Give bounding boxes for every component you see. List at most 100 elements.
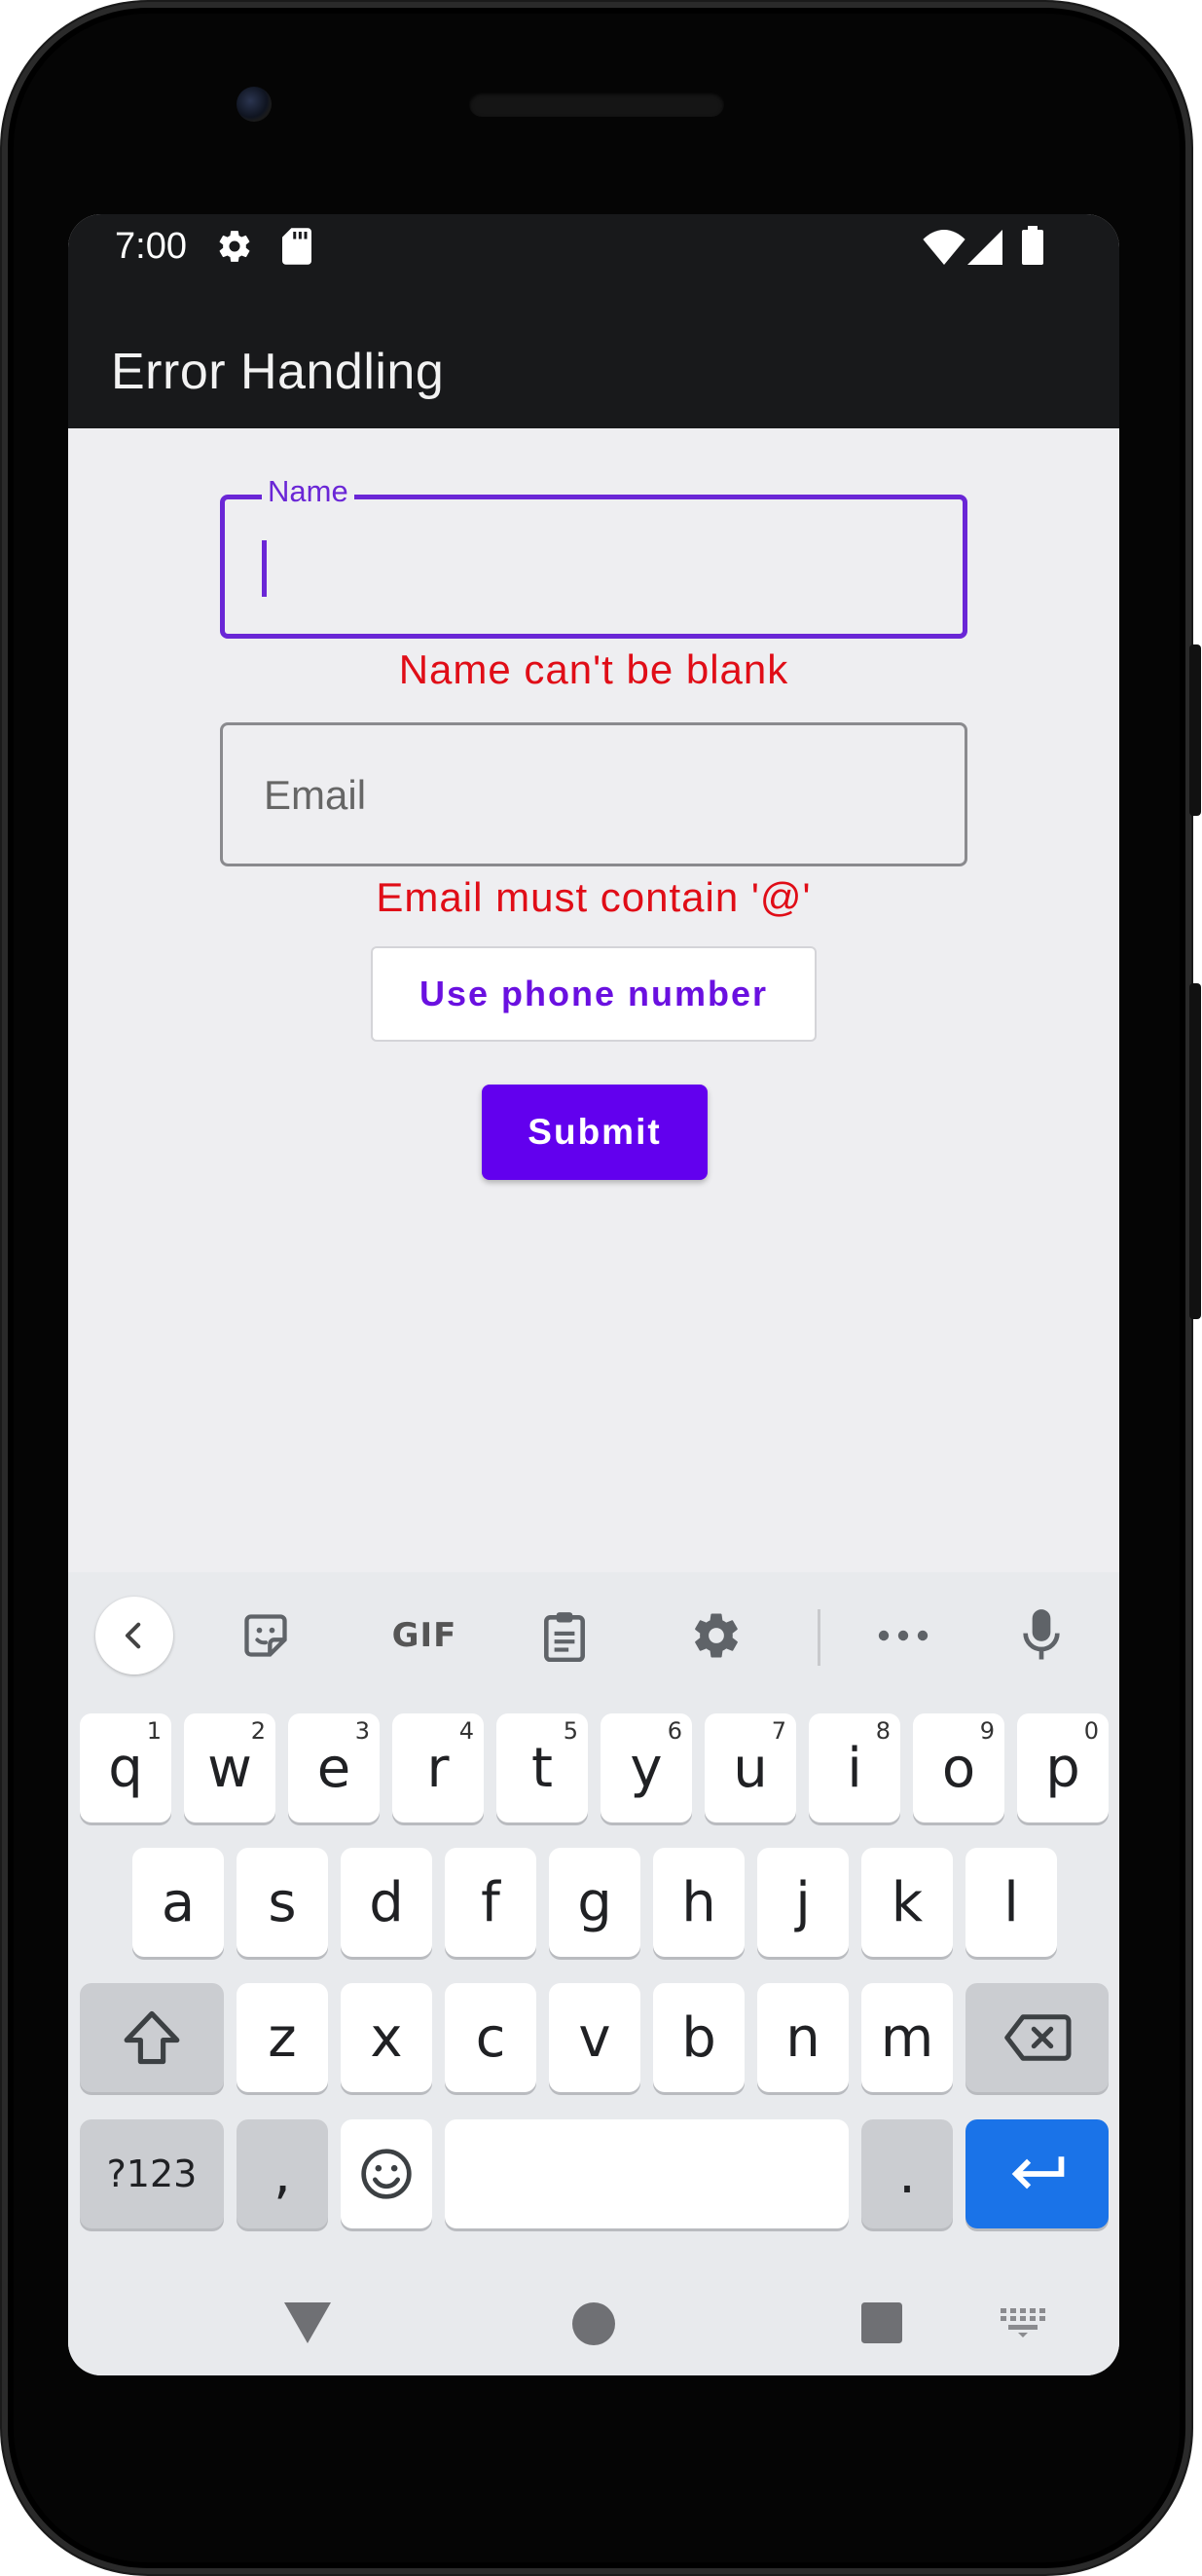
- soft-keyboard: GIF q 1 w 2 e 3 r 4 t 5 y 6 u 7 i 8 o 9 …: [68, 1572, 1119, 2375]
- key-g[interactable]: g: [549, 1848, 640, 1957]
- key-label: z: [268, 2006, 297, 2070]
- keyboard-toolbar: GIF: [68, 1572, 1119, 1699]
- key-w[interactable]: w2: [184, 1713, 275, 1822]
- key-label: m: [880, 2006, 934, 2070]
- email-field-placeholder: Email: [264, 772, 367, 818]
- key-t[interactable]: t5: [496, 1713, 588, 1822]
- key-p[interactable]: p0: [1017, 1713, 1109, 1822]
- key-f[interactable]: f: [445, 1848, 536, 1957]
- key-label: o: [941, 1736, 976, 1800]
- key-m[interactable]: m: [861, 1983, 953, 2092]
- key-label: f: [481, 1870, 500, 1934]
- key-a[interactable]: a: [132, 1848, 224, 1957]
- page-title: Error Handling: [111, 344, 445, 400]
- text-cursor: [262, 540, 267, 597]
- keyboard-settings-gear-icon[interactable]: [677, 1597, 755, 1674]
- shift-key[interactable]: [80, 1983, 224, 2092]
- submit-button[interactable]: Submit: [482, 1085, 708, 1180]
- email-error-message: Email must contain '@': [376, 874, 812, 920]
- email-field[interactable]: Email: [220, 722, 967, 866]
- key-label: e: [316, 1736, 351, 1800]
- microphone-icon[interactable]: [1002, 1597, 1080, 1674]
- enter-key[interactable]: [965, 2119, 1109, 2228]
- back-chevron-icon[interactable]: [95, 1597, 173, 1674]
- key-label: r: [426, 1736, 450, 1800]
- key-k[interactable]: k: [861, 1848, 953, 1957]
- sticker-icon[interactable]: [227, 1597, 305, 1674]
- clipboard-icon[interactable]: [526, 1597, 603, 1674]
- key-hint: 6: [667, 1717, 682, 1745]
- comma-key[interactable]: ,: [237, 2119, 328, 2228]
- key-label: n: [785, 2006, 820, 2070]
- key-r[interactable]: r4: [392, 1713, 484, 1822]
- keyboard-switch-icon[interactable]: [1001, 2308, 1045, 2337]
- key-label: p: [1045, 1736, 1080, 1800]
- key-label: ?123: [106, 2153, 198, 2195]
- navigation-bar: [68, 2273, 1119, 2375]
- key-label: s: [268, 1870, 297, 1934]
- name-error-message: Name can't be blank: [398, 646, 789, 692]
- key-e[interactable]: e3: [288, 1713, 380, 1822]
- name-field[interactable]: Name: [220, 474, 967, 639]
- sd-card-icon: [282, 228, 311, 265]
- period-key[interactable]: .: [861, 2119, 953, 2228]
- key-label: k: [891, 1870, 924, 1934]
- key-hint: 5: [563, 1717, 578, 1745]
- gear-icon: [219, 231, 250, 262]
- key-h[interactable]: h: [653, 1848, 745, 1957]
- battery-icon: [1022, 226, 1043, 265]
- gif-label: GIF: [391, 1616, 457, 1655]
- emoji-key[interactable]: [341, 2119, 432, 2228]
- key-label: w: [207, 1736, 252, 1800]
- back-triangle-icon[interactable]: [284, 2302, 331, 2343]
- earpiece-speaker: [469, 92, 724, 117]
- gif-icon[interactable]: GIF: [376, 1597, 473, 1674]
- key-label: b: [681, 2006, 716, 2070]
- emoji-icon: [361, 2149, 412, 2199]
- use-phone-number-button[interactable]: Use phone number: [371, 946, 817, 1042]
- key-n[interactable]: n: [757, 1983, 849, 2092]
- recents-square-icon[interactable]: [861, 2302, 902, 2343]
- key-z[interactable]: z: [237, 1983, 328, 2092]
- key-label: j: [795, 1870, 811, 1934]
- key-hint: 2: [250, 1717, 266, 1745]
- key-u[interactable]: u7: [705, 1713, 796, 1822]
- key-l[interactable]: l: [965, 1848, 1057, 1957]
- status-bar: 7:00: [68, 214, 1119, 292]
- key-hint: 4: [458, 1717, 474, 1745]
- backspace-key[interactable]: [965, 1983, 1109, 2092]
- key-label: c: [475, 2006, 506, 2070]
- space-key[interactable]: [445, 2119, 849, 2228]
- key-label: a: [161, 1870, 196, 1934]
- key-q[interactable]: q1: [80, 1713, 171, 1822]
- key-d[interactable]: d: [341, 1848, 432, 1957]
- signal-icon: [967, 230, 1002, 265]
- more-icon[interactable]: [864, 1597, 942, 1674]
- key-b[interactable]: b: [653, 1983, 745, 2092]
- front-camera: [237, 87, 272, 122]
- key-label: d: [369, 1870, 404, 1934]
- wifi-icon: [923, 230, 965, 265]
- key-c[interactable]: c: [445, 1983, 536, 2092]
- key-i[interactable]: i8: [809, 1713, 900, 1822]
- app-bar: Error Handling: [68, 292, 1119, 428]
- home-circle-icon[interactable]: [572, 2302, 615, 2345]
- key-label: ,: [273, 2142, 291, 2206]
- status-time: 7:00: [115, 226, 187, 267]
- toolbar-divider: [818, 1609, 820, 1666]
- key-hint: 0: [1083, 1717, 1099, 1745]
- key-x[interactable]: x: [341, 1983, 432, 2092]
- key-s[interactable]: s: [237, 1848, 328, 1957]
- key-label: l: [1003, 1870, 1019, 1934]
- key-label: h: [681, 1870, 716, 1934]
- key-y[interactable]: y6: [601, 1713, 692, 1822]
- key-o[interactable]: o9: [913, 1713, 1004, 1822]
- power-button: [1189, 644, 1201, 816]
- key-label: .: [898, 2142, 916, 2206]
- symbols-key[interactable]: ?123: [80, 2119, 224, 2228]
- key-label: q: [108, 1736, 143, 1800]
- key-j[interactable]: j: [757, 1848, 849, 1957]
- name-field-label: Name: [262, 474, 354, 509]
- screen: 7:00 Error Handling Name Name can't be b…: [68, 214, 1119, 2375]
- key-v[interactable]: v: [549, 1983, 640, 2092]
